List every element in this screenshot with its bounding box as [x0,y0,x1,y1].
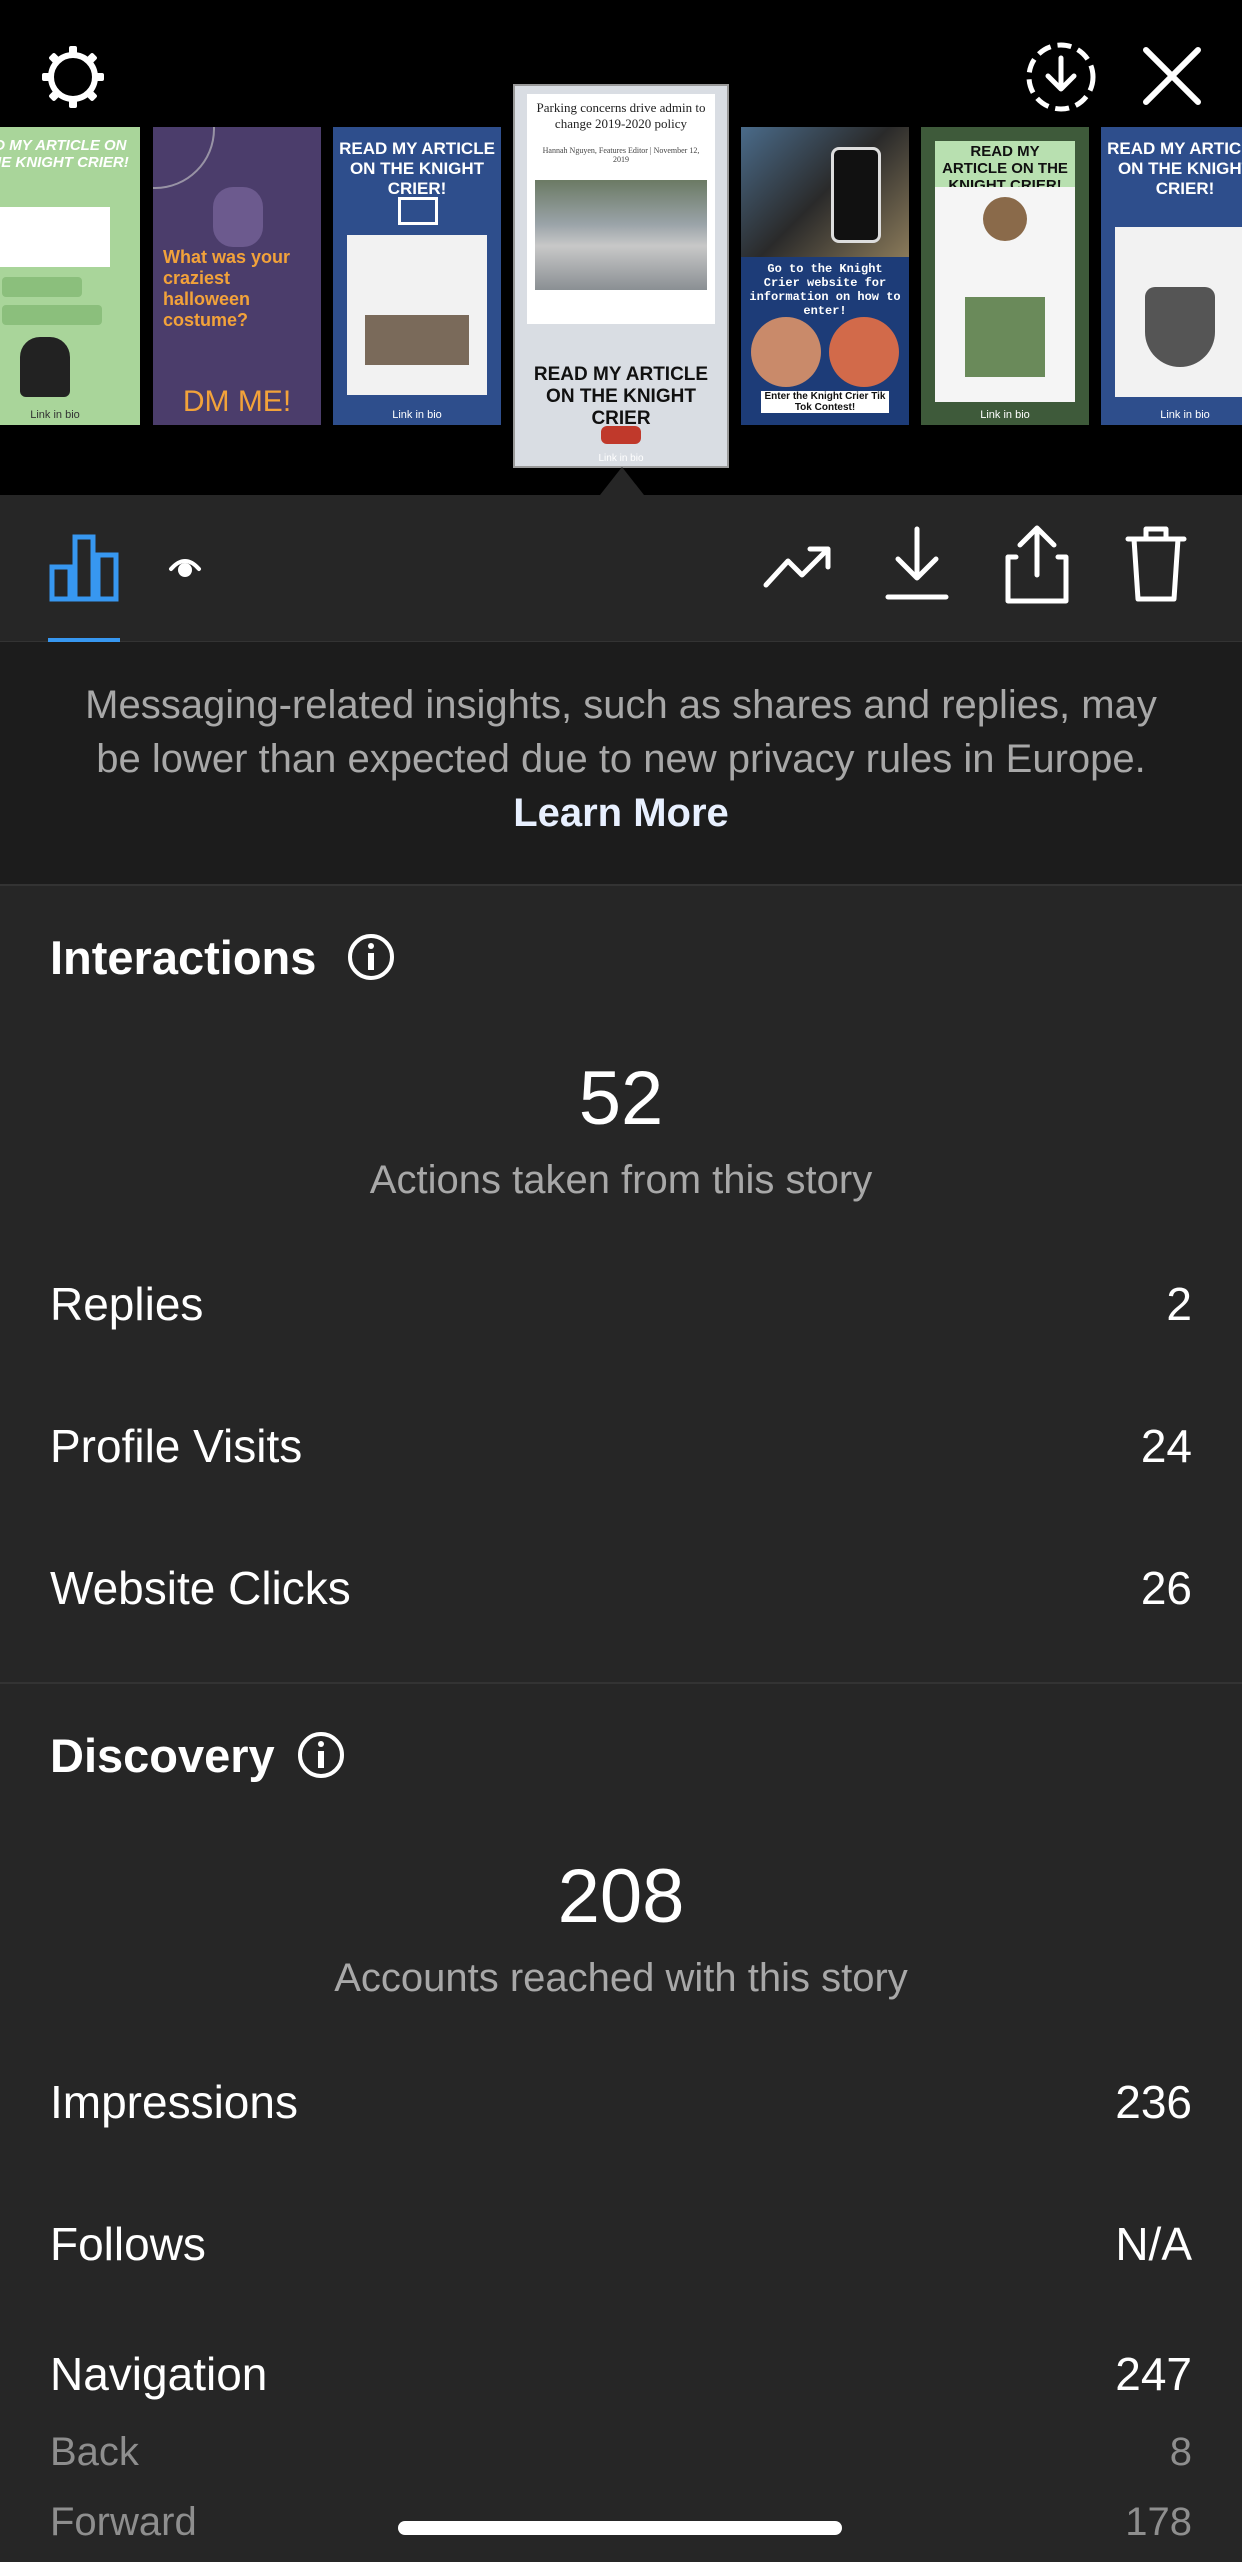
eye-icon[interactable] [168,553,202,581]
bar-chart-icon[interactable] [48,533,120,603]
thumbnail-article: Parking concerns drive admin to change 2… [527,94,715,324]
thumbnail-footer: Link in bio [392,409,442,421]
thumbnail-article [347,235,487,395]
story-thumbnail-strip: AD MY ARTICLE ON THE KNIGHT CRIER! Link … [0,0,1242,495]
profile-visits-label: Profile Visits [50,1420,303,1472]
navigation-back-label: Back [50,2430,139,2474]
story-thumbnail-selected[interactable]: Parking concerns drive admin to change 2… [513,84,729,468]
story-thumbnail[interactable]: READ MY ARTICLE ON THE KNIGHT CRIER! Lin… [921,127,1089,425]
privacy-notice: Messaging-related insights, such as shar… [0,642,1242,886]
thumbnail-caption: What was your craziest halloween costume… [163,247,291,330]
download-icon[interactable] [884,525,950,601]
thumbnail-footer: Link in bio [30,409,80,421]
discovery-total-label: Accounts reached with this story [334,1956,908,2000]
story-thumbnail[interactable]: What was your craziest halloween costume… [153,127,321,425]
navigation-value: 247 [1115,2348,1192,2400]
impressions-label: Impressions [50,2076,298,2128]
thumbnail-caption: Go to the Knight Crier website for infor… [749,262,901,318]
story-thumbnail[interactable]: AD MY ARTICLE ON THE KNIGHT CRIER! Link … [0,127,140,425]
discovery-total: 208 [557,1854,685,1939]
section-divider [0,1682,1242,1684]
website-clicks-value: 26 [1140,1562,1192,1614]
thumbnail-footer: READ MY ARTICLE ON THE KNIGHT CRIER [533,364,709,429]
thumbnail-link: Link in bio [598,453,644,464]
thumbnail-tag [2,277,82,297]
thumbnail-footer: Enter the Knight Crier Tik Tok Contest! [761,391,889,413]
thumbnail-tag [2,305,102,325]
interactions-total: 52 [578,1056,664,1141]
info-icon[interactable] [346,932,396,982]
replies-value: 2 [1166,1278,1192,1330]
selected-pointer [600,467,644,495]
parking-lot-photo [535,180,707,290]
car-graphic [601,426,641,444]
thumbnail-caption: READ MY ARTICLE ON THE KNIGHT CRIER! [1107,139,1242,198]
home-indicator[interactable] [398,2521,842,2535]
thumbnail-caption: AD MY ARTICLE ON THE KNIGHT CRIER! [0,137,129,171]
website-clicks-label: Website Clicks [50,1562,351,1614]
impressions-value: 236 [1115,2076,1192,2128]
thumbnail-article [935,187,1075,402]
collage-graphic [741,127,909,257]
face-photo [751,317,821,387]
thumbnail-footer: Link in bio [1160,409,1210,421]
thumbnail-image [0,207,110,267]
discovery-title: Discovery [50,1729,275,1782]
thumbnail-footer: DM ME! [182,385,292,418]
follows-label: Follows [50,2218,206,2270]
insights-toolbar [0,495,1242,642]
follows-value: N/A [1115,2218,1192,2270]
share-icon[interactable] [1002,523,1072,605]
navigation-forward-value: 178 [1125,2500,1192,2544]
trash-icon[interactable] [1124,523,1188,605]
notice-message: Messaging-related insights, such as shar… [85,683,1157,781]
thumbnail-caption: READ MY ARTICLE ON THE KNIGHT CRIER! [339,139,495,198]
cobweb-graphic [153,127,215,189]
newspaper-graphic [398,197,438,225]
story-thumbnail[interactable]: Go to the Knight Crier website for infor… [741,127,909,425]
navigation-back-value: 8 [1169,2430,1192,2474]
trending-up-icon[interactable] [762,541,834,591]
notice-text: Messaging-related insights, such as shar… [60,678,1182,840]
thumbnail-byline: Hannah Nguyen, Features Editor | Novembe… [542,146,700,164]
navigation-label: Navigation [50,2348,268,2400]
interactions-title: Interactions [50,931,317,984]
thumbnail-graphic [20,337,70,397]
navigation-forward-label: Forward [50,2500,197,2544]
interactions-total-label: Actions taken from this story [369,1158,873,1202]
profile-visits-value: 24 [1140,1420,1192,1472]
learn-more-link[interactable]: Learn More [513,791,729,835]
story-thumbnail[interactable]: READ MY ARTICLE ON THE KNIGHT CRIER! Lin… [333,127,501,425]
info-icon[interactable] [296,1730,346,1780]
thumbnail-caption: Parking concerns drive admin to change 2… [536,100,706,131]
phone-graphic [831,147,881,243]
replies-label: Replies [50,1278,204,1330]
thumbnail-graphic [213,187,263,247]
thumbnail-footer: Link in bio [980,409,1030,421]
story-thumbnail[interactable]: READ MY ARTICLE ON THE KNIGHT CRIER! Lin… [1101,127,1242,425]
story-preview-area: AD MY ARTICLE ON THE KNIGHT CRIER! Link … [0,0,1242,495]
face-photo [829,317,899,387]
thumbnail-article [1115,227,1242,397]
